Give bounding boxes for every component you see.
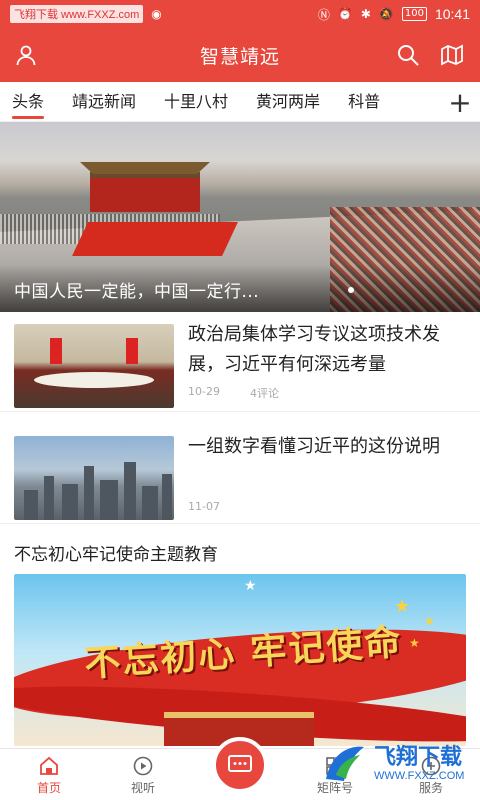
mute-icon: 🔕 (378, 7, 394, 21)
message-icon (228, 755, 252, 772)
news-title: 一组数字看懂习近平的这份说明 (188, 436, 440, 457)
home-icon (14, 755, 84, 777)
map-icon[interactable] (438, 41, 466, 69)
nav-home[interactable]: 首页 (14, 755, 84, 796)
battery-indicator: 100 (401, 7, 427, 21)
status-time: 10:41 (434, 6, 470, 22)
tab-headlines[interactable]: 头条 (12, 82, 45, 121)
news-meta: 10-29 4评论 (188, 385, 279, 401)
app-title: 智慧靖远 (199, 45, 280, 68)
nav-video-label: 视听 (130, 781, 155, 795)
watermark-logo-icon (326, 746, 364, 781)
tab-jingyuan-news[interactable]: 靖远新闻 (72, 82, 136, 121)
nfc-icon: Ⓝ (317, 7, 330, 22)
news-title: 政治局集体学习专议这项技术发展，习近平有何深远考量 (188, 324, 440, 375)
hero-building (90, 172, 200, 212)
hero-flag (72, 222, 238, 256)
carousel-indicator (348, 287, 354, 293)
nav-home-label: 首页 (36, 781, 61, 795)
news-meta: 11-07 (188, 500, 220, 513)
news-date: 10-29 (188, 385, 220, 398)
star-icon: ★ (409, 636, 420, 650)
tab-yellow-river[interactable]: 黄河两岸 (256, 82, 320, 121)
add-tab-icon[interactable]: + (440, 82, 480, 121)
app-header: 智慧靖远 (0, 28, 480, 82)
user-icon[interactable] (12, 41, 40, 69)
watermark: 飞翔下载 WWW.FXXZ.COM (322, 736, 472, 792)
section-title[interactable]: 不忘初心牢记使命主题教育 (14, 540, 218, 565)
play-icon (108, 755, 178, 777)
news-comments: 4评论 (249, 387, 279, 400)
hero-caption: 中国人民一定能，中国一定行... (14, 282, 260, 302)
star-icon: ★ (244, 578, 257, 594)
category-tabs: 头条 靖远新闻 十里八村 黄河两岸 科普 + (0, 82, 480, 122)
alarm-icon: ⏰ (337, 7, 353, 21)
star-icon: ★ (424, 614, 435, 628)
tab-science[interactable]: 科普 (348, 82, 380, 121)
status-bar: 飞翔下载 www.FXXZ.com ◉ Ⓝ ⏰ ✱ 🔕 100 10:41 (0, 0, 480, 28)
news-date: 11-07 (188, 500, 220, 513)
bluetooth-icon: ✱ (360, 7, 371, 21)
nav-center-button[interactable] (212, 737, 268, 793)
watermark-url: WWW.FXXZ.COM (374, 770, 465, 782)
hero-carousel[interactable]: 中国人民一定能，中国一定行... (0, 122, 480, 312)
nav-video[interactable]: 视听 (108, 755, 178, 796)
eye-icon: ◉ (151, 7, 162, 21)
tab-villages[interactable]: 十里八村 (164, 82, 228, 121)
news-item[interactable]: 政治局集体学习专议这项技术发展，习近平有何深远考量 10-29 4评论 (0, 312, 480, 412)
status-site-label: 飞翔下载 www.FXXZ.com (10, 5, 144, 23)
news-thumbnail (14, 436, 174, 520)
section-banner[interactable]: ★ ★ ★ ★ 不忘初心 牢记使命 (14, 574, 466, 746)
search-icon[interactable] (394, 41, 422, 69)
news-item[interactable]: 一组数字看懂习近平的这份说明 11-07 (0, 424, 480, 524)
watermark-brand: 飞翔下载 (374, 745, 463, 770)
news-thumbnail (14, 324, 174, 408)
